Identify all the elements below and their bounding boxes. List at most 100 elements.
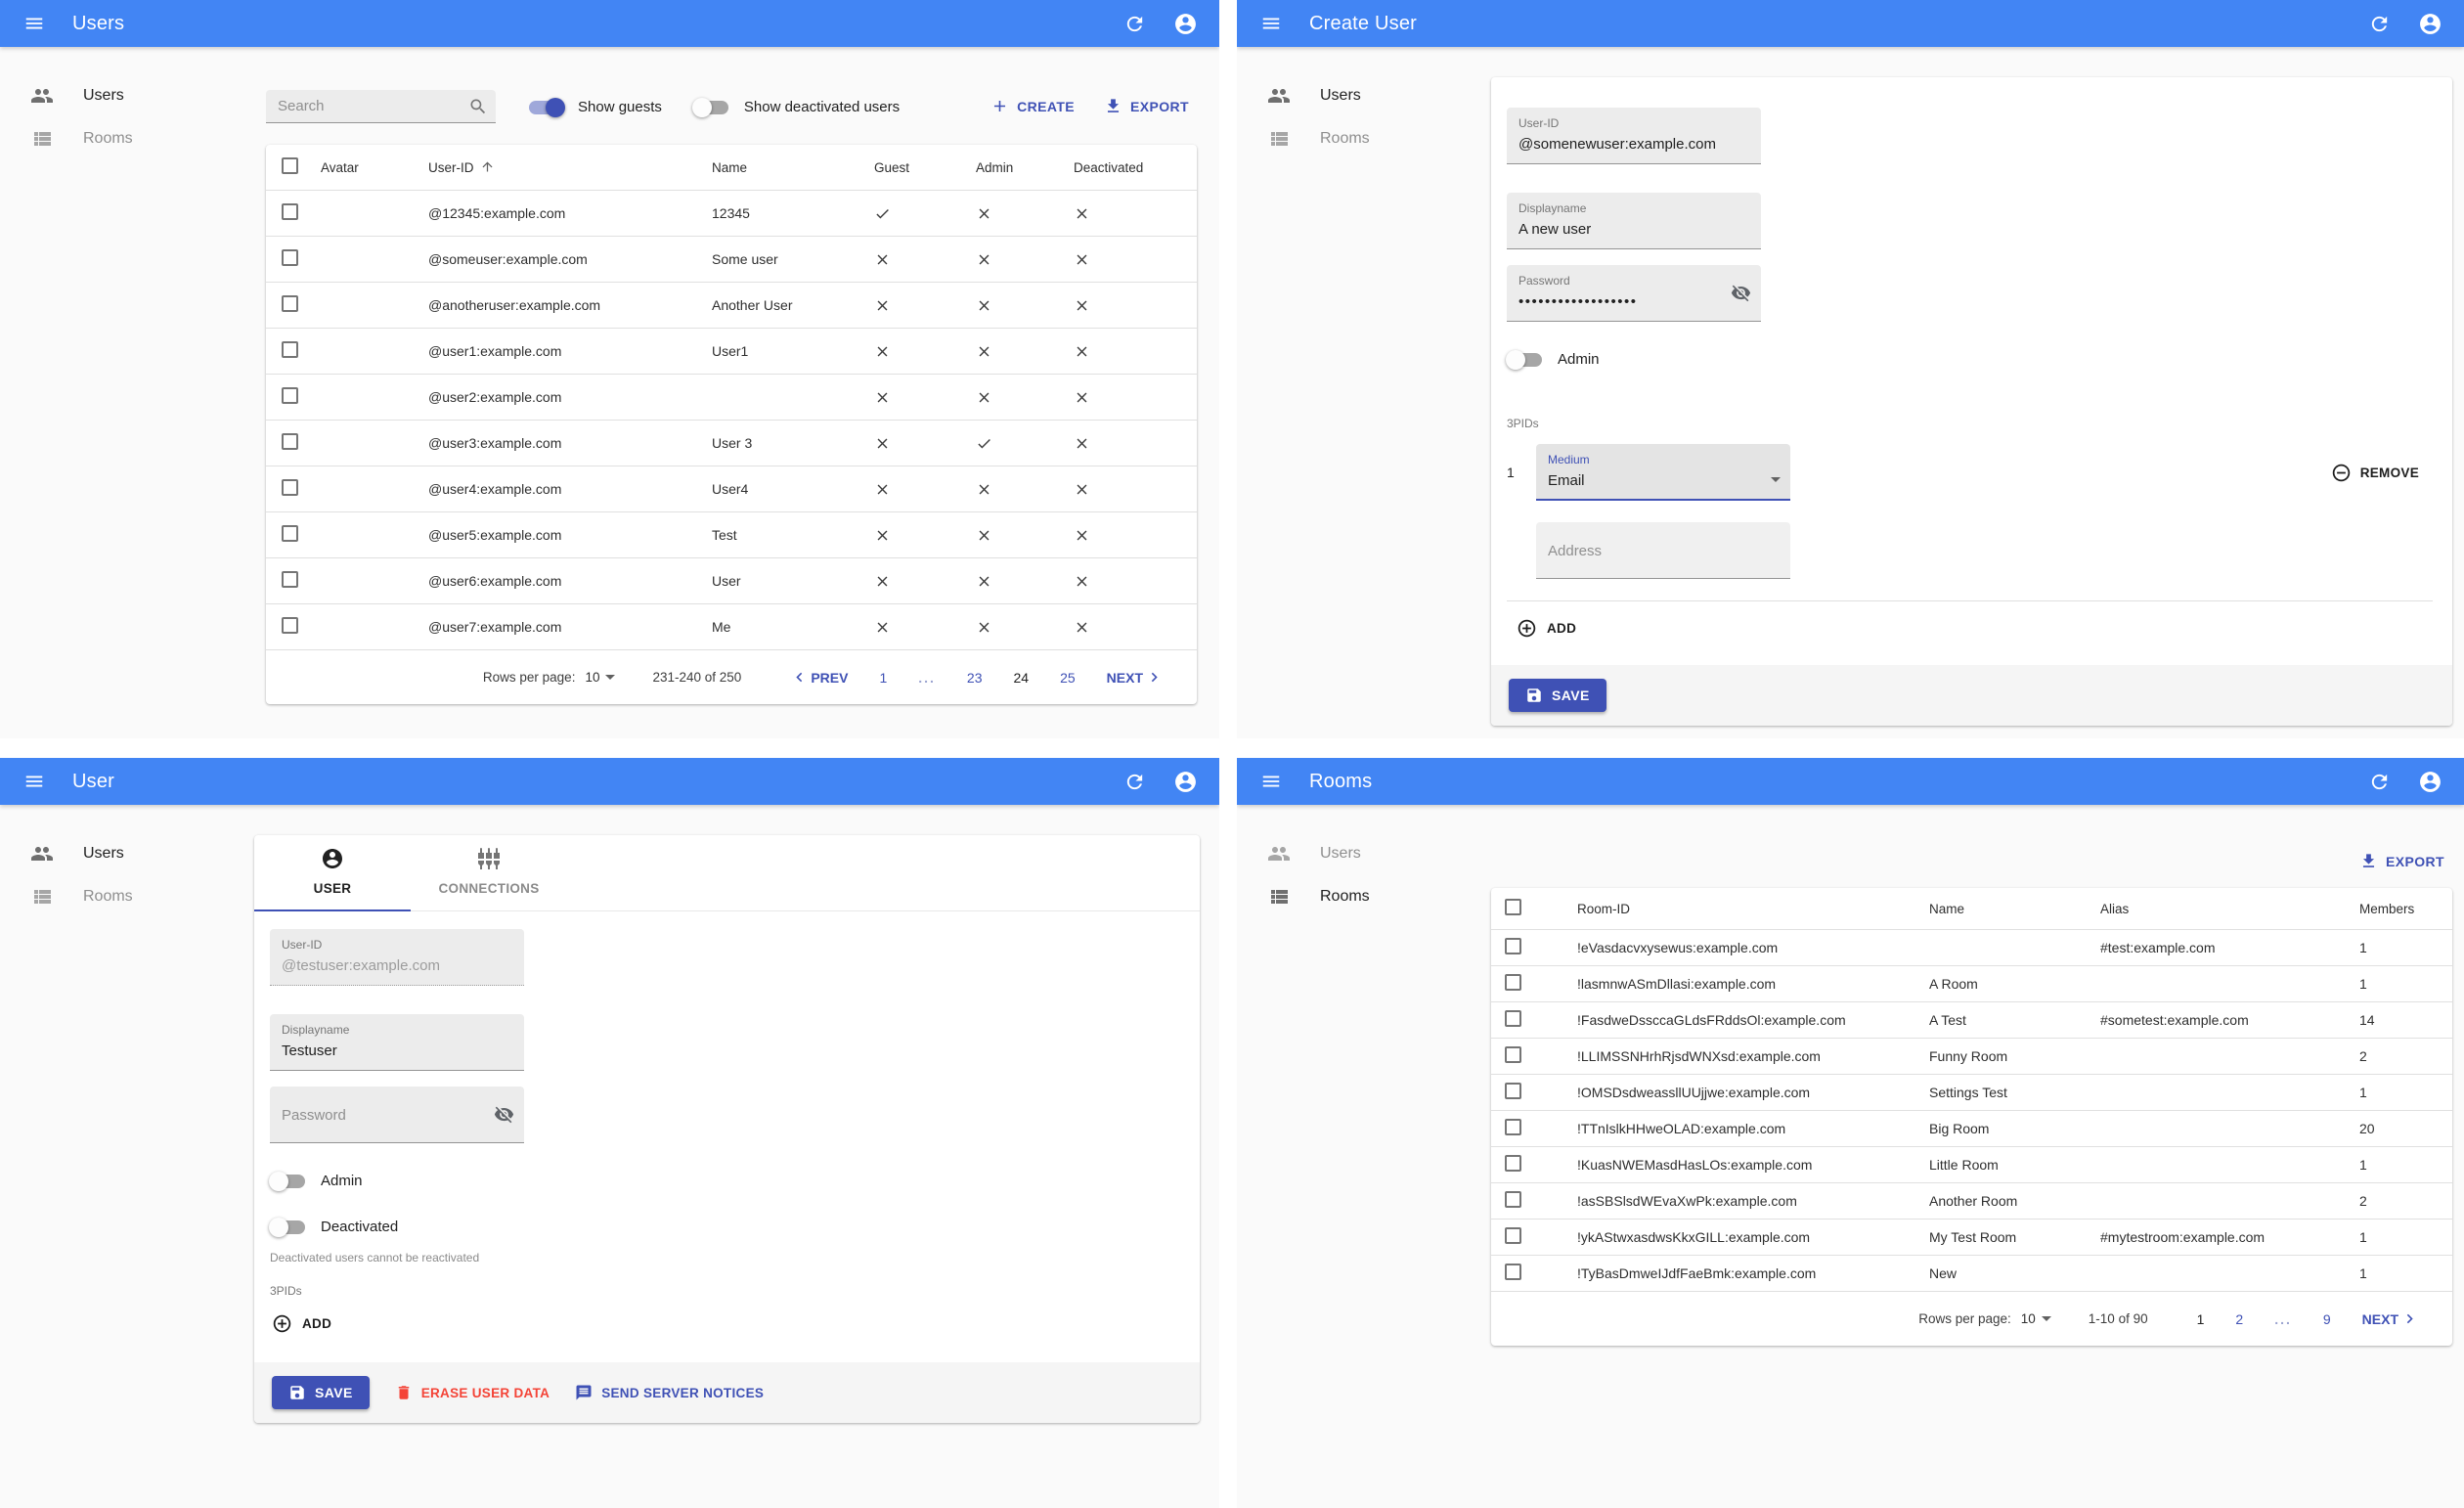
tab-user[interactable]: USER <box>254 847 411 911</box>
user-row[interactable]: @user6:example.com User <box>266 557 1197 604</box>
room-row[interactable]: !eVasdacvxysewus:example.com #test:exampl… <box>1491 929 2452 966</box>
rows-per-page-select[interactable]: 10 <box>585 670 616 685</box>
erase-user-data-button[interactable]: ERASE USER DATA <box>395 1384 550 1401</box>
room-row[interactable]: !LLIMSSNHrhRjsdWNXsd:example.com Funny Ro… <box>1491 1038 2452 1075</box>
user-row[interactable]: @user5:example.com Test <box>266 511 1197 558</box>
sidebar-item-rooms[interactable]: Rooms <box>1237 117 1491 160</box>
select-all-checkbox[interactable] <box>282 157 298 174</box>
user-id-field[interactable]: User-ID @somenewuser:example.com <box>1507 108 1761 164</box>
row-checkbox[interactable] <box>1505 938 1521 954</box>
switch[interactable] <box>269 1217 305 1237</box>
user-row[interactable]: @user7:example.com Me <box>266 603 1197 650</box>
remove-threepid-button[interactable]: REMOVE <box>2331 463 2419 483</box>
save-button[interactable]: SAVE <box>1509 679 1606 712</box>
sidebar-item-users[interactable]: Users <box>0 74 254 117</box>
sidebar-item-rooms[interactable]: Rooms <box>0 875 254 918</box>
user-row[interactable]: @anotheruser:example.com Another User <box>266 282 1197 329</box>
menu-icon[interactable] <box>1258 11 1284 36</box>
switch[interactable] <box>1506 349 1542 370</box>
menu-icon[interactable] <box>22 11 47 36</box>
next-page-button[interactable]: NEXT <box>2362 1309 2419 1328</box>
next-page-button[interactable]: NEXT <box>1107 668 1164 687</box>
displayname-field[interactable]: Displayname A new user <box>1507 193 1761 249</box>
create-button[interactable]: CREATE <box>983 93 1082 119</box>
col-guest[interactable]: Guest <box>864 145 966 191</box>
add-threepid-button[interactable]: ADD <box>272 1313 331 1334</box>
user-row[interactable]: @someuser:example.com Some user <box>266 236 1197 283</box>
add-threepid-button[interactable]: ADD <box>1517 618 1576 639</box>
menu-icon[interactable] <box>1258 769 1284 794</box>
room-row[interactable]: !OMSDsdweassllUUjjwe:example.com Settings… <box>1491 1074 2452 1111</box>
room-row[interactable]: !TyBasDmweIJdfFaeBmk:example.com New 1 <box>1491 1255 2452 1292</box>
col-room-id[interactable]: Room-ID <box>1567 888 1919 930</box>
room-row[interactable]: !ykAStwxasdwsKkxGILL:example.com My Test … <box>1491 1219 2452 1256</box>
medium-select[interactable]: Medium Email <box>1536 444 1790 501</box>
admin-toggle[interactable]: Admin <box>1506 349 2433 370</box>
refresh-icon[interactable] <box>2366 11 2392 36</box>
displayname-field[interactable]: Displayname Testuser <box>270 1014 524 1071</box>
save-button[interactable]: SAVE <box>272 1376 370 1409</box>
col-alias[interactable]: Alias <box>2090 888 2350 930</box>
search-field[interactable] <box>266 90 496 123</box>
col-name[interactable]: Name <box>702 145 864 191</box>
prev-page-button[interactable]: PREV <box>790 668 848 687</box>
row-checkbox[interactable] <box>1505 1119 1521 1135</box>
switch[interactable] <box>269 1171 305 1191</box>
user-row[interactable]: @user4:example.com User4 <box>266 466 1197 512</box>
switch[interactable] <box>691 97 728 117</box>
col-admin[interactable]: Admin <box>966 145 1064 191</box>
user-row[interactable]: @user2:example.com <box>266 374 1197 421</box>
sidebar-item-rooms[interactable]: Rooms <box>1237 875 1491 918</box>
admin-toggle[interactable]: Admin <box>269 1171 1180 1191</box>
row-checkbox[interactable] <box>1505 1010 1521 1027</box>
account-icon[interactable] <box>1172 11 1198 36</box>
row-checkbox[interactable] <box>282 617 298 634</box>
page-button[interactable]: 23 <box>967 670 983 686</box>
user-row[interactable]: @user3:example.com User 3 <box>266 420 1197 466</box>
room-row[interactable]: !asSBSlsdWEvaXwPk:example.com Another Roo… <box>1491 1182 2452 1220</box>
page-button[interactable]: 9 <box>2323 1311 2331 1327</box>
show-deactivated-toggle[interactable]: Show deactivated users <box>691 97 900 117</box>
tab-connections[interactable]: CONNECTIONS <box>411 847 567 910</box>
sidebar-item-rooms[interactable]: Rooms <box>0 117 254 160</box>
room-row[interactable]: !KuasNWEMasdHasLOs:example.com Little Roo… <box>1491 1146 2452 1183</box>
user-row[interactable]: @12345:example.com 12345 <box>266 190 1197 237</box>
visibility-off-icon[interactable] <box>494 1104 514 1130</box>
export-button[interactable]: EXPORT <box>2352 848 2452 874</box>
row-checkbox[interactable] <box>1505 1155 1521 1172</box>
refresh-icon[interactable] <box>1122 769 1147 794</box>
row-checkbox[interactable] <box>282 525 298 542</box>
row-checkbox[interactable] <box>1505 974 1521 991</box>
row-checkbox[interactable] <box>1505 1191 1521 1208</box>
sidebar-item-users[interactable]: Users <box>1237 832 1491 875</box>
show-guests-toggle[interactable]: Show guests <box>529 97 662 117</box>
refresh-icon[interactable] <box>1122 11 1147 36</box>
row-checkbox[interactable] <box>282 295 298 312</box>
row-checkbox[interactable] <box>282 341 298 358</box>
row-checkbox[interactable] <box>1505 1046 1521 1063</box>
room-row[interactable]: !FasdweDssccaGLdsFRddsOl:example.com A Te… <box>1491 1001 2452 1039</box>
send-server-notices-button[interactable]: SEND SERVER NOTICES <box>575 1384 764 1401</box>
row-checkbox[interactable] <box>282 249 298 266</box>
row-checkbox[interactable] <box>282 203 298 220</box>
row-checkbox[interactable] <box>282 479 298 496</box>
row-checkbox[interactable] <box>282 433 298 450</box>
user-row[interactable]: @user1:example.com User1 <box>266 328 1197 375</box>
refresh-icon[interactable] <box>2366 769 2392 794</box>
rows-per-page-select[interactable]: 10 <box>2021 1311 2051 1326</box>
deactivated-toggle[interactable]: Deactivated <box>269 1217 1180 1237</box>
account-icon[interactable] <box>2417 769 2442 794</box>
account-icon[interactable] <box>2417 11 2442 36</box>
row-checkbox[interactable] <box>282 571 298 588</box>
col-deactivated[interactable]: Deactivated <box>1064 145 1197 191</box>
export-button[interactable]: EXPORT <box>1096 93 1197 119</box>
col-avatar[interactable]: Avatar <box>311 145 418 191</box>
visibility-off-icon[interactable] <box>1731 283 1751 308</box>
page-button[interactable]: 1 <box>879 670 887 686</box>
select-all-checkbox[interactable] <box>1505 899 1521 915</box>
search-input[interactable] <box>266 90 452 122</box>
account-icon[interactable] <box>1172 769 1198 794</box>
switch[interactable] <box>529 97 565 117</box>
row-checkbox[interactable] <box>1505 1083 1521 1099</box>
page-button[interactable]: 2 <box>2235 1311 2243 1327</box>
